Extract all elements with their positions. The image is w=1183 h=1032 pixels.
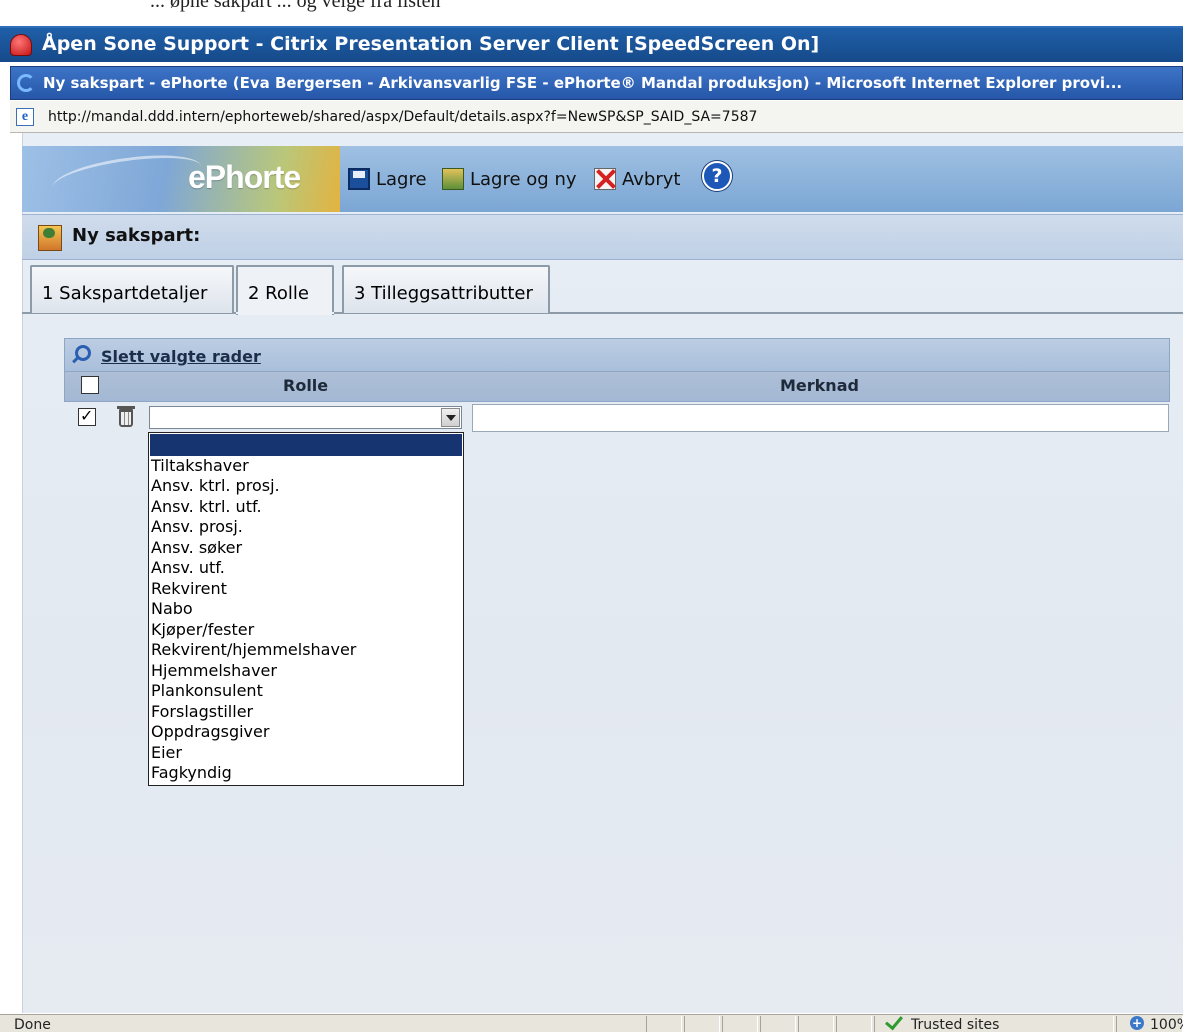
citrix-window-title: Åpen Sone Support - Citrix Presentation … (42, 33, 820, 55)
dropdown-option[interactable]: Hjemmelshaver (151, 661, 277, 681)
document-fragment: ... øpne sakpart ... og velge fra listen (0, 0, 1183, 26)
status-pane (684, 1016, 720, 1032)
dropdown-option[interactable]: Ansv. søker (151, 538, 242, 558)
help-icon: ? (702, 161, 732, 191)
ie-logo-icon (17, 74, 35, 92)
dropdown-option[interactable]: Forslagstiller (151, 702, 253, 722)
column-header-rolle: Rolle (283, 376, 329, 395)
document-fragment-text: ... øpne sakpart ... og velge fra listen (150, 0, 441, 12)
dropdown-option[interactable]: Rekvirent/hjemmelshaver (151, 640, 356, 660)
status-pane (798, 1016, 834, 1032)
logo-swoosh (50, 147, 204, 207)
trash-icon[interactable] (117, 406, 135, 427)
select-all-checkbox[interactable] (81, 376, 99, 394)
magnifier-icon (75, 345, 91, 361)
help-button[interactable]: ? (702, 161, 738, 191)
address-bar[interactable]: e http://mandal.ddd.intern/ephorteweb/sh… (10, 101, 1183, 133)
chevron-down-icon[interactable] (441, 408, 460, 427)
case-party-icon (38, 225, 62, 251)
ephorte-logo: ePhorte (22, 146, 340, 212)
tab-tilleggsattributter[interactable]: 3 Tilleggsattributter (342, 265, 550, 313)
dropdown-option[interactable]: Rekvirent (151, 579, 227, 599)
active-tab-gap (236, 312, 334, 314)
browser-window-title: Ny sakspart - ePhorte (Eva Bergersen - A… (43, 74, 1123, 92)
save-new-icon (442, 168, 464, 190)
dropdown-option[interactable]: Plankonsulent (151, 681, 263, 701)
logo-text: ePhorte (188, 159, 301, 195)
role-select[interactable] (149, 406, 462, 429)
zoom-level[interactable]: 100% (1150, 1017, 1183, 1032)
dropdown-option[interactable]: Oppdragsgiver (151, 722, 269, 742)
dropdown-option[interactable]: Ansv. ktrl. utf. (151, 497, 262, 517)
grid-column-header: Rolle Merknad (64, 372, 1170, 402)
status-text: Done (14, 1017, 51, 1032)
cancel-x-icon (594, 168, 616, 190)
checkmark-icon (883, 1015, 905, 1029)
dropdown-option[interactable]: Kjøper/fester (151, 620, 254, 640)
security-zone: Trusted sites (911, 1017, 1000, 1032)
page-icon: e (16, 108, 34, 126)
dropdown-option[interactable]: Ansv. ktrl. prosj. (151, 476, 280, 496)
app-header: ePhorte Lagre Lagre og ny Avbryt ? (22, 146, 1183, 212)
role-dropdown-list[interactable]: Tiltakshaver Ansv. ktrl. prosj. Ansv. ktrl… (148, 432, 464, 786)
save-new-label: Lagre og ny (470, 168, 577, 190)
note-input[interactable] (472, 404, 1169, 432)
citrix-app-icon (10, 34, 32, 56)
tab-rolle[interactable]: 2 Rolle (236, 265, 334, 315)
citrix-titlebar: Åpen Sone Support - Citrix Presentation … (0, 26, 1183, 62)
cancel-button[interactable]: Avbryt (594, 166, 680, 192)
column-header-merknad: Merknad (780, 376, 859, 395)
tab-sakspartdetaljer[interactable]: 1 Sakspartdetaljer (30, 265, 234, 313)
dropdown-option[interactable]: Ansv. utf. (151, 558, 225, 578)
dropdown-option[interactable]: Eier (151, 743, 182, 763)
floppy-disk-icon (348, 168, 370, 190)
dropdown-option[interactable]: Ansv. prosj. (151, 517, 243, 537)
save-label: Lagre (376, 168, 427, 190)
grid-toolbar: Slett valgte rader (64, 338, 1170, 372)
status-pane (760, 1016, 796, 1032)
save-and-new-button[interactable]: Lagre og ny (442, 166, 577, 192)
save-button[interactable]: Lagre (348, 166, 427, 192)
status-pane (646, 1016, 682, 1032)
dropdown-option[interactable]: Nabo (151, 599, 193, 619)
browser-titlebar: Ny sakspart - ePhorte (Eva Bergersen - A… (10, 66, 1183, 100)
zoom-icon[interactable]: + (1130, 1016, 1144, 1030)
status-pane (836, 1016, 872, 1032)
status-bar: Done Trusted sites + 100% (0, 1014, 1183, 1032)
dropdown-option[interactable]: Fagkyndig (151, 763, 232, 783)
section-title: Ny sakspart: (72, 225, 201, 246)
dropdown-option[interactable]: Tiltakshaver (151, 456, 249, 476)
cancel-label: Avbryt (622, 168, 681, 190)
row-checkbox[interactable] (78, 406, 96, 426)
url-text[interactable]: http://mandal.ddd.intern/ephorteweb/shar… (48, 109, 757, 125)
status-pane (722, 1016, 758, 1032)
delete-selected-rows-link[interactable]: Slett valgte rader (101, 347, 261, 366)
section-title-bar: Ny sakspart: (22, 214, 1183, 260)
dropdown-highlight (150, 434, 462, 456)
